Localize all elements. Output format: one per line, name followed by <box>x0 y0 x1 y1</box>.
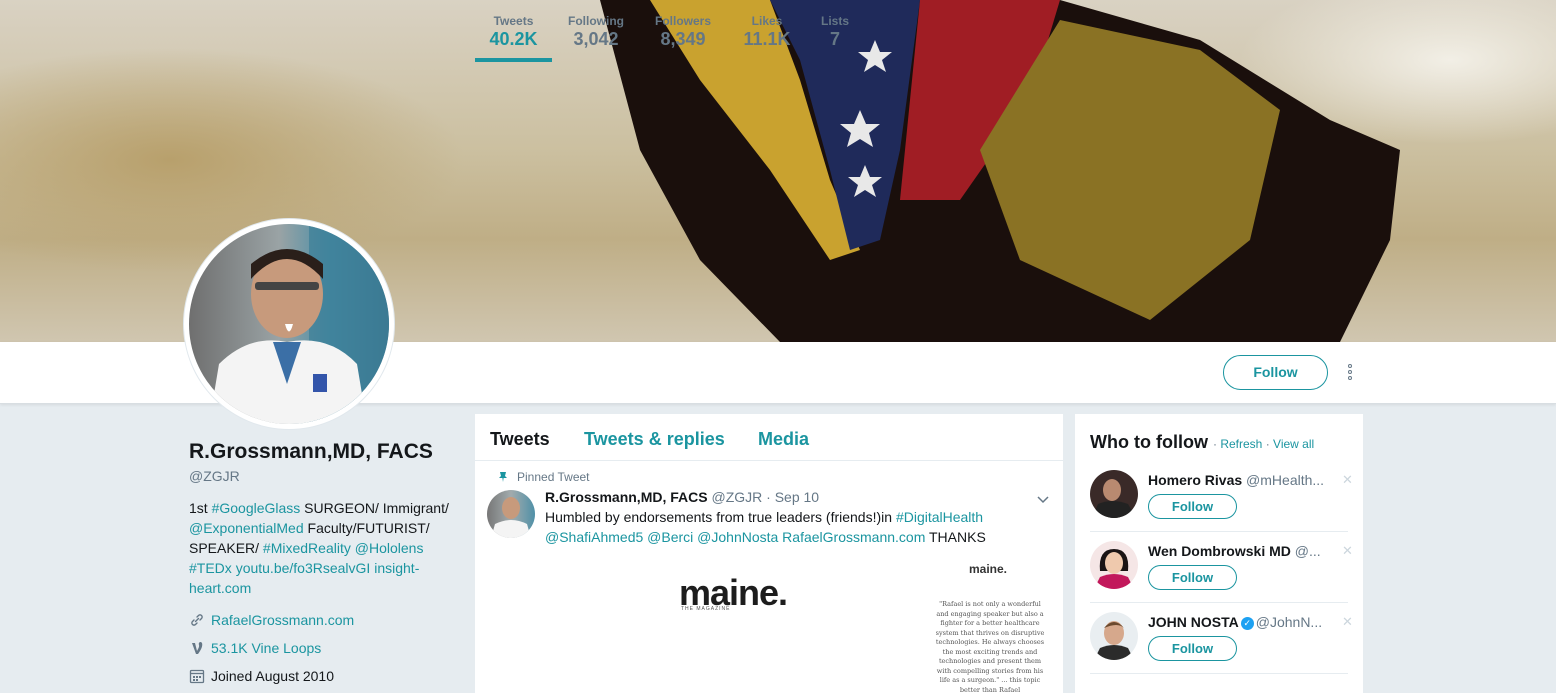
dismiss-icon[interactable]: ✕ <box>1342 472 1353 488</box>
stat-value: 40.2K <box>489 29 538 49</box>
stat-label: Following <box>568 14 624 28</box>
pinned-tweet-label: Pinned Tweet <box>499 470 590 484</box>
bio-hashtag-link[interactable]: #TEDx <box>189 560 232 576</box>
timeline-tabs: Tweets Tweets & replies Media <box>475 414 1063 461</box>
suggestion-name[interactable]: Wen Dombrowski MD @... <box>1148 543 1328 559</box>
bio-mention-link[interactable]: @Hololens <box>355 540 424 556</box>
tab-tweets-replies[interactable]: Tweets & replies <box>584 429 725 450</box>
maine-logo-subtitle: THE MAGAZINE <box>681 606 731 612</box>
profile-avatar[interactable] <box>184 219 394 429</box>
profile-website-link[interactable]: RafaelGrossmann.com <box>211 612 354 628</box>
tweet-hashtag-link[interactable]: #DigitalHealth <box>896 509 983 525</box>
stat-following[interactable]: Following 3,042 <box>562 0 630 62</box>
suggestion-item: JOHN NOSTA ✓ @JohnN... Follow ✕ <box>1090 604 1353 674</box>
stat-lists[interactable]: Lists 7 <box>814 0 856 62</box>
suggestion-name[interactable]: Homero Rivas @mHealth... <box>1148 472 1328 488</box>
tweet-text: Humbled by endorsements from true leader… <box>545 507 1005 547</box>
tweet-header: R.Grossmann,MD, FACS @ZGJR · Sep 10 <box>545 489 819 505</box>
tab-tweets[interactable]: Tweets <box>490 429 550 450</box>
tweet-text-part: Humbled by endorsements from true leader… <box>545 509 896 525</box>
bio-hashtag-link[interactable]: #GoogleGlass <box>212 500 301 516</box>
follow-suggestion-button[interactable]: Follow <box>1148 636 1237 661</box>
stat-likes[interactable]: Likes 11.1K <box>738 0 796 62</box>
who-to-follow-title: Who to follow <box>1090 432 1208 452</box>
profile-joined-row: Joined August 2010 <box>189 668 334 684</box>
stat-value: 8,349 <box>660 29 706 49</box>
vine-icon <box>192 641 203 654</box>
suggestion-avatar[interactable] <box>1090 612 1138 660</box>
who-to-follow-panel: Who to follow · Refresh · View all Homer… <box>1075 414 1363 693</box>
more-options-icon[interactable] <box>1343 362 1357 384</box>
refresh-link[interactable]: Refresh <box>1220 437 1262 451</box>
dismiss-icon[interactable]: ✕ <box>1342 614 1353 630</box>
tab-media[interactable]: Media <box>758 429 809 450</box>
suggestion-handle: @... <box>1294 543 1321 559</box>
stat-tweets[interactable]: Tweets 40.2K <box>475 0 552 62</box>
vine-loops-link[interactable]: 53.1K Vine Loops <box>211 640 321 656</box>
follow-suggestion-button[interactable]: Follow <box>1148 565 1237 590</box>
suggestion-item: Homero Rivas @mHealth... Follow ✕ <box>1090 462 1353 532</box>
suggestion-item: Wen Dombrowski MD @... Follow ✕ <box>1090 533 1353 603</box>
suggestion-display-name: Wen Dombrowski MD <box>1148 543 1291 559</box>
stat-label: Lists <box>820 14 849 28</box>
profile-vine-row: 53.1K Vine Loops <box>189 640 321 656</box>
chevron-down-icon[interactable] <box>1035 492 1051 508</box>
profile-handle: @ZGJR <box>189 468 240 484</box>
profile-joined-date: Joined August 2010 <box>211 668 334 684</box>
tweet-text-part: THANKS <box>925 529 986 545</box>
dismiss-icon[interactable]: ✕ <box>1342 543 1353 559</box>
suggestion-name[interactable]: JOHN NOSTA ✓ @JohnN... <box>1148 614 1328 630</box>
profile-website-row: RafaelGrossmann.com <box>189 612 354 628</box>
link-icon <box>191 614 203 626</box>
tweet-author-name[interactable]: R.Grossmann,MD, FACS <box>545 489 708 505</box>
pinned-text: Pinned Tweet <box>517 470 590 484</box>
bio-mention-link[interactable]: @ExponentialMed <box>189 520 304 536</box>
bio-url-link[interactable]: youtu.be/fo3RsealvGI <box>236 560 371 576</box>
who-to-follow-header: Who to follow · Refresh · View all <box>1090 432 1314 453</box>
follow-button[interactable]: Follow <box>1223 355 1328 390</box>
stat-value: 7 <box>829 29 840 49</box>
view-all-link[interactable]: View all <box>1273 437 1314 451</box>
stat-label: Likes <box>751 14 783 28</box>
stat-value: 11.1K <box>743 29 791 49</box>
suggestion-display-name: JOHN NOSTA <box>1148 614 1239 630</box>
suggestion-display-name: Homero Rivas <box>1148 472 1243 488</box>
media-quote: "Rafael is not only a wonderful and enga… <box>935 600 1045 693</box>
stat-label: Tweets <box>493 14 534 28</box>
bio-hashtag-link[interactable]: #MixedReality <box>263 540 351 556</box>
bio-text: SURGEON/ Immigrant/ <box>300 500 449 516</box>
separator: · <box>1262 437 1274 451</box>
profile-bio: 1st #GoogleGlass SURGEON/ Immigrant/ @Ex… <box>189 498 454 598</box>
tweet-media[interactable]: maine. THE MAGAZINE maine. "Rafael is no… <box>545 556 1045 693</box>
suggestion-avatar[interactable] <box>1090 541 1138 589</box>
follow-suggestion-button[interactable]: Follow <box>1148 494 1237 519</box>
stat-value: 3,042 <box>573 29 619 49</box>
timeline: Tweets Tweets & replies Media Pinned Twe… <box>475 414 1063 693</box>
verified-badge-icon: ✓ <box>1240 617 1254 630</box>
pin-icon <box>499 472 507 482</box>
suggestion-avatar[interactable] <box>1090 470 1138 518</box>
suggestion-handle: @mHealth... <box>1246 472 1325 488</box>
tweet-handle-time: @ZGJR · Sep 10 <box>711 489 820 505</box>
calendar-icon <box>189 669 205 684</box>
bio-text: 1st <box>189 500 212 516</box>
maine-logo-small: maine. <box>969 562 1008 576</box>
stat-label: Followers <box>654 14 711 28</box>
stat-followers[interactable]: Followers 8,349 <box>648 0 718 62</box>
tweet-avatar[interactable] <box>487 490 535 538</box>
profile-name: R.Grossmann,MD, FACS <box>189 440 433 463</box>
tweet-mentions-link[interactable]: @ShafiAhmed5 @Berci @JohnNosta RafaelGro… <box>545 529 925 545</box>
suggestion-handle: @JohnN... <box>1255 614 1323 630</box>
